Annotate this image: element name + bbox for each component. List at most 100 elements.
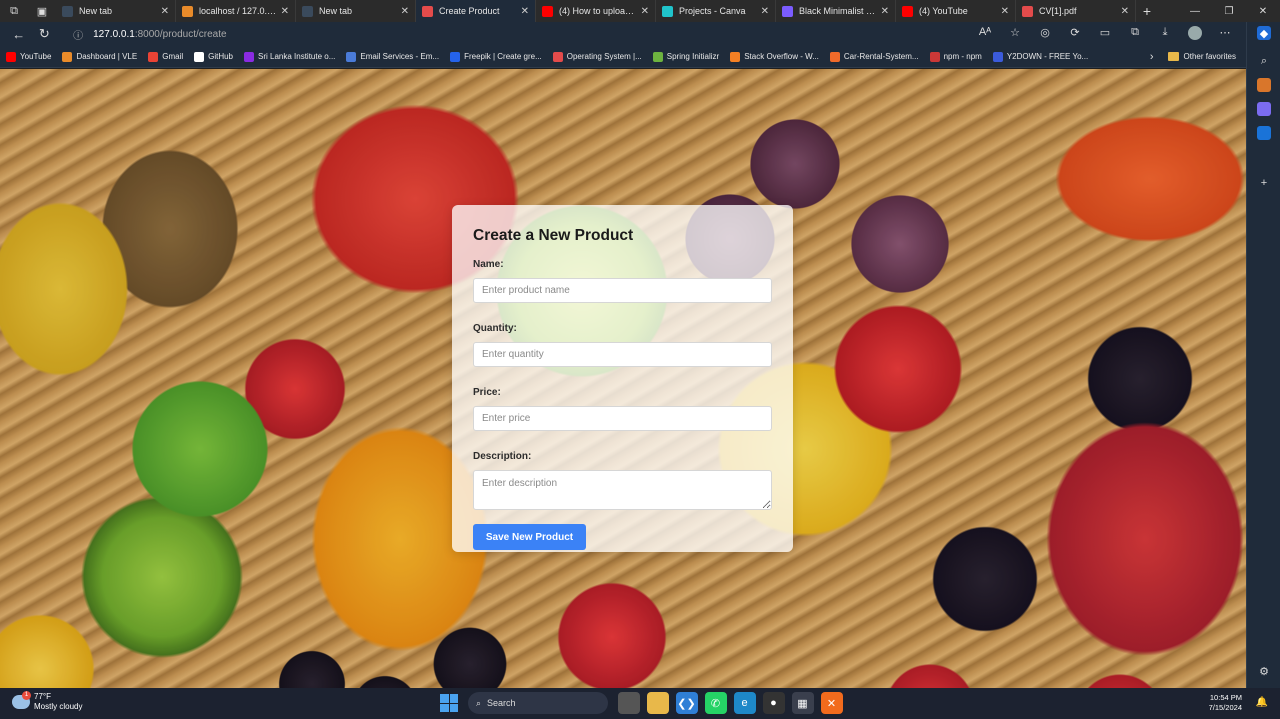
search-icon: ⌕ [476, 697, 482, 708]
window-controls: — ❐ ✕ [1178, 6, 1280, 17]
tab-title: Black Minimalist Stru [799, 6, 877, 16]
browser-tab[interactable]: (4) YouTube ✕ [896, 0, 1016, 22]
weather-temp: 77°F [34, 692, 51, 701]
address-bar[interactable]: ⓘ 127.0.0.1 :8000/product/create [65, 24, 970, 44]
outlook-icon[interactable] [1257, 126, 1271, 140]
bookmark-item[interactable]: Spring Initializr [652, 51, 720, 62]
edge-icon[interactable]: e [733, 692, 756, 714]
minimize-button[interactable]: — [1178, 6, 1212, 17]
bookmark-label: Spring Initializr [666, 52, 720, 61]
bookmark-favicon-icon [62, 51, 73, 62]
maximize-button[interactable]: ❐ [1212, 6, 1246, 17]
tab-close-icon[interactable]: ✕ [161, 6, 169, 17]
windows-taskbar: 1 77°F Mostly cloudy ⌕ Search ❮❯ ✆ e ● ▦… [0, 688, 1280, 719]
browser-tab[interactable]: Create Product ✕ [416, 0, 536, 22]
bookmark-item[interactable]: Dashboard | VLE [62, 51, 137, 62]
browser-tab[interactable]: Projects - Canva ✕ [656, 0, 776, 22]
tab-close-icon[interactable]: ✕ [1001, 6, 1009, 17]
bookmark-item[interactable]: Gmail [148, 51, 184, 62]
copilot-icon[interactable]: ◆ [1257, 26, 1271, 40]
shopping-icon[interactable] [1257, 78, 1271, 92]
favorite-star-icon[interactable]: ☆ [1000, 26, 1030, 43]
clock-date: 7/15/2024 [1208, 703, 1242, 712]
tab-favicon-icon [422, 5, 433, 17]
product-name-input[interactable] [473, 278, 772, 303]
bookmark-item[interactable]: npm - npm [929, 51, 982, 62]
bookmark-item[interactable]: Operating System |... [552, 51, 642, 62]
whatsapp-icon[interactable]: ✆ [704, 692, 727, 714]
quantity-input[interactable] [473, 342, 772, 367]
system-clock[interactable]: 10:54 PM 7/15/2024 [1209, 693, 1242, 713]
browser-tab[interactable]: New tab ✕ [56, 0, 176, 22]
tab-close-icon[interactable]: ✕ [401, 6, 409, 17]
xampp-icon[interactable]: ✕ [820, 692, 843, 714]
bookmark-item[interactable]: Sri Lanka Institute o... [244, 51, 335, 62]
chevron-right-icon[interactable]: › [1150, 51, 1154, 63]
page-title: Create a New Product [473, 227, 634, 244]
settings-gear-icon[interactable]: ⚙ [1257, 664, 1271, 678]
search-icon[interactable]: ⌕ [1257, 54, 1271, 68]
taskbar-search[interactable]: ⌕ Search [468, 692, 608, 714]
other-favorites[interactable]: Other favorites [1167, 52, 1236, 61]
tab-actions-icon[interactable]: ▣ [28, 0, 56, 22]
tab-close-icon[interactable]: ✕ [1121, 6, 1129, 17]
tab-close-icon[interactable]: ✕ [281, 6, 289, 17]
description-label: Description: [473, 451, 532, 462]
bookmark-item[interactable]: Car-Rental-System... [829, 51, 919, 62]
refresh-extension-icon[interactable]: ⟳ [1060, 26, 1090, 43]
bookmark-item[interactable]: Stack Overflow - W... [730, 51, 819, 62]
back-button[interactable]: ← [6, 27, 32, 42]
bookmark-favicon-icon [244, 51, 255, 62]
read-aloud-icon[interactable]: Aᴬ [970, 26, 1000, 43]
tab-close-icon[interactable]: ✕ [761, 6, 769, 17]
extension-icon[interactable]: ◎ [1030, 26, 1060, 43]
tab-title: Create Product [439, 6, 500, 16]
bookmark-item[interactable]: Freepik | Create gre... [450, 51, 542, 62]
tab-close-icon[interactable]: ✕ [881, 6, 889, 17]
address-bar-row: ← ↻ ⓘ 127.0.0.1 :8000/product/create Aᴬ … [0, 22, 1280, 46]
price-input[interactable] [473, 406, 772, 431]
profile-avatar[interactable] [1180, 25, 1210, 43]
refresh-button[interactable]: ↻ [32, 26, 58, 42]
tab-favicon-icon [782, 5, 793, 17]
notification-bell-icon[interactable]: 🔔 [1256, 697, 1268, 708]
browser-tab[interactable]: (4) How to upload fil ✕ [536, 0, 656, 22]
collections-icon[interactable]: ⧉ [1120, 26, 1150, 43]
tab-close-icon[interactable]: ✕ [641, 6, 649, 17]
windows-start-icon[interactable] [440, 694, 458, 712]
microsoft-store-icon[interactable]: ▦ [791, 692, 814, 714]
close-window-button[interactable]: ✕ [1246, 6, 1280, 17]
bookmark-item[interactable]: GitHub [194, 51, 233, 62]
browser-tab[interactable]: localhost / 127.0.0.1 / ✕ [176, 0, 296, 22]
bookmark-favicon-icon [346, 51, 357, 62]
file-explorer-icon[interactable] [646, 692, 669, 714]
bookmark-label: Gmail [162, 52, 184, 61]
bookmark-item[interactable]: Y2DOWN - FREE Yo... [992, 51, 1089, 62]
browser-tab[interactable]: Black Minimalist Stru ✕ [776, 0, 896, 22]
downloads-icon[interactable]: ⤓ [1150, 26, 1180, 43]
browser-tab[interactable]: New tab ✕ [296, 0, 416, 22]
bookmark-item[interactable]: Email Services - Em... [346, 51, 439, 62]
games-icon[interactable] [1257, 102, 1271, 116]
tab-title: New tab [319, 6, 353, 16]
more-menu-icon[interactable]: ⋯ [1210, 26, 1240, 43]
tab-close-icon[interactable]: ✕ [521, 6, 529, 17]
add-icon[interactable]: + [1257, 176, 1271, 190]
bookmark-item[interactable]: YouTube [6, 51, 52, 62]
site-info-icon[interactable]: ⓘ [73, 27, 83, 42]
save-new-product-button[interactable]: Save New Product [473, 524, 586, 550]
github-desktop-icon[interactable]: ● [762, 692, 785, 714]
bookmark-favicon-icon [829, 51, 840, 62]
split-screen-icon[interactable]: ▭ [1090, 26, 1120, 43]
task-view-icon[interactable] [617, 692, 640, 714]
vscode-icon[interactable]: ❮❯ [675, 692, 698, 714]
description-textarea[interactable] [473, 470, 772, 510]
tab-favicon-icon [62, 5, 73, 17]
bookmark-label: Operating System |... [566, 52, 642, 61]
weather-widget[interactable]: 1 77°F Mostly cloudy [12, 691, 82, 712]
bookmark-label: Y2DOWN - FREE Yo... [1006, 52, 1089, 61]
browser-tab[interactable]: CV[1].pdf ✕ [1016, 0, 1136, 22]
new-tab-button[interactable]: + [1136, 3, 1158, 19]
workspaces-icon[interactable]: ⧉ [0, 0, 28, 22]
bookmark-label: YouTube [20, 52, 52, 61]
